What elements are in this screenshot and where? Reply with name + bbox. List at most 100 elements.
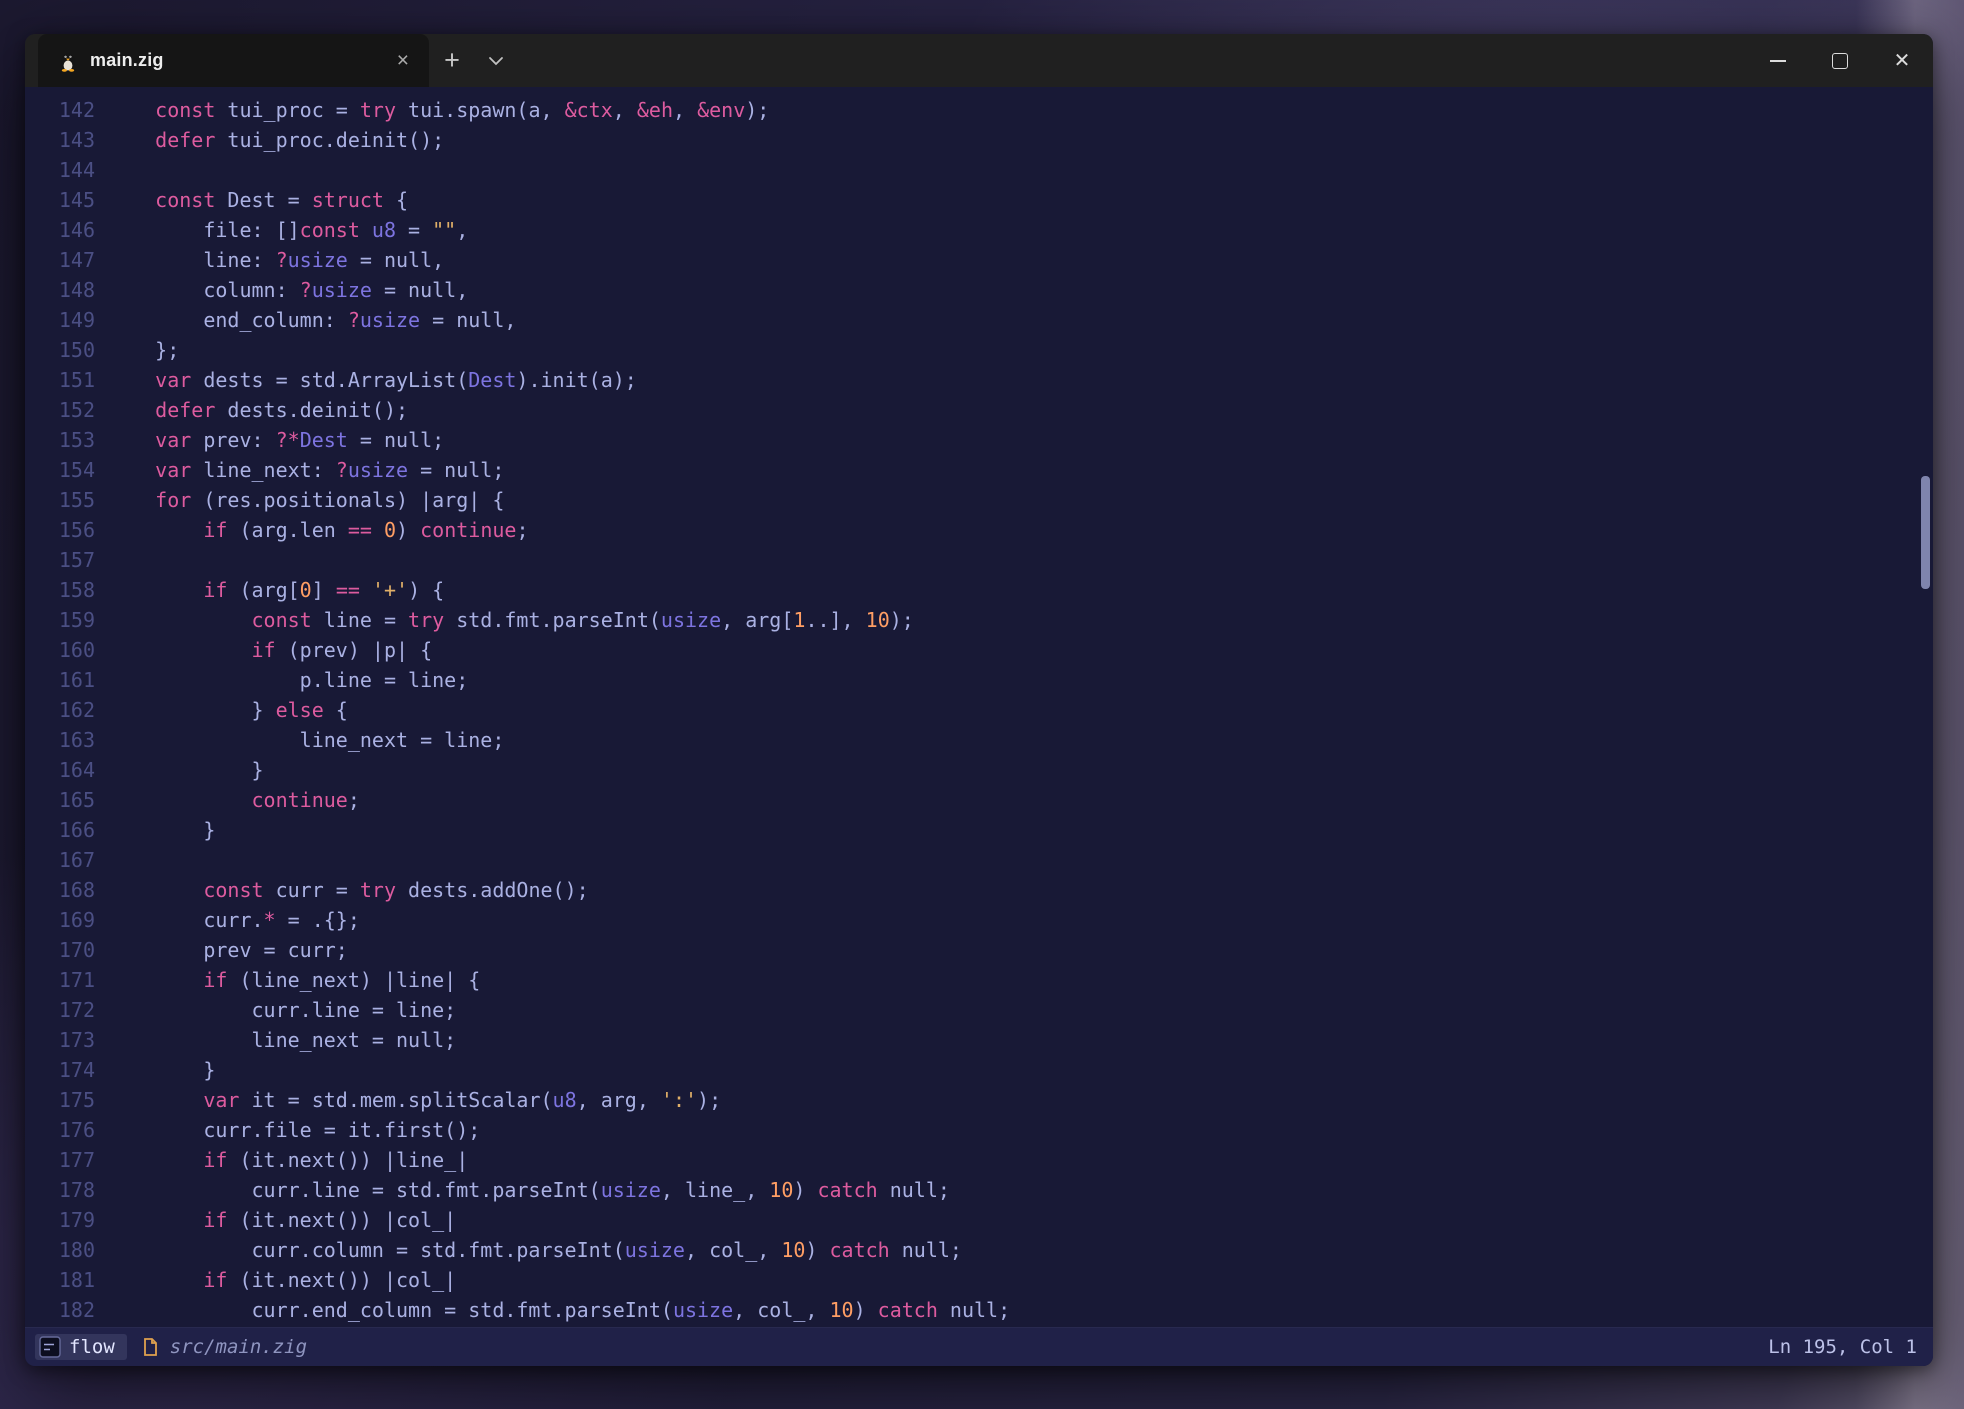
code-token: defer [155, 398, 215, 422]
code-token: 10 [769, 1178, 793, 1202]
code-line[interactable]: 164 } [25, 755, 1933, 785]
code-token: if [203, 518, 227, 542]
code-line[interactable]: 160 if (prev) |p| { [25, 635, 1933, 665]
code-token: = null, [420, 308, 516, 332]
code-line[interactable]: 171 if (line_next) |line| { [25, 965, 1933, 995]
code-text: curr.file = it.first(); [107, 1115, 480, 1145]
statusbar: flow src/main.zig Ln 195, Col 1 [25, 1327, 1933, 1366]
tab-main-zig[interactable]: main.zig × [38, 34, 429, 87]
code-line[interactable]: 174 } [25, 1055, 1933, 1085]
code-token: (res.positionals) |arg| { [191, 488, 504, 512]
code-line[interactable]: 155 for (res.positionals) |arg| { [25, 485, 1933, 515]
code-token: catch [817, 1178, 877, 1202]
code-token: = null, [348, 248, 444, 272]
cursor-position: Ln 195, Col 1 [1768, 1336, 1917, 1358]
code-line[interactable]: 172 curr.line = line; [25, 995, 1933, 1025]
line-number: 166 [25, 815, 95, 845]
code-line[interactable]: 177 if (it.next()) |line_| [25, 1145, 1933, 1175]
mode-label: flow [69, 1336, 115, 1358]
code-line[interactable]: 163 line_next = line; [25, 725, 1933, 755]
code-line[interactable]: 170 prev = curr; [25, 935, 1933, 965]
code-line[interactable]: 181 if (it.next()) |col_| [25, 1265, 1933, 1295]
code-line[interactable]: 165 continue; [25, 785, 1933, 815]
code-token: continue [252, 788, 348, 812]
code-line[interactable]: 149 end_column: ?usize = null, [25, 305, 1933, 335]
code-line[interactable]: 179 if (it.next()) |col_| [25, 1205, 1933, 1235]
minimize-button[interactable] [1747, 34, 1809, 87]
code-editor[interactable]: 142 const tui_proc = try tui.spawn(a, &c… [25, 87, 1933, 1327]
scrollbar-thumb[interactable] [1921, 476, 1930, 589]
code-line[interactable]: 167 [25, 845, 1933, 875]
code-line[interactable]: 152 defer dests.deinit(); [25, 395, 1933, 425]
code-token [107, 128, 155, 152]
code-line[interactable]: 143 defer tui_proc.deinit(); [25, 125, 1933, 155]
code-token: catch [878, 1298, 938, 1322]
code-token: = null; [408, 458, 504, 482]
code-token: ] [312, 578, 336, 602]
code-token: , [456, 218, 468, 242]
code-line[interactable]: 182 curr.end_column = std.fmt.parseInt(u… [25, 1295, 1933, 1325]
code-token: , arg, [577, 1088, 661, 1112]
line-number: 169 [25, 905, 95, 935]
code-line[interactable]: 153 var prev: ?*Dest = null; [25, 425, 1933, 455]
code-token: &env [697, 98, 745, 122]
tab-close-icon[interactable]: × [391, 48, 415, 73]
code-token: (prev) |p| { [276, 638, 433, 662]
code-line[interactable]: 157 [25, 545, 1933, 575]
code-line[interactable]: 142 const tui_proc = try tui.spawn(a, &c… [25, 95, 1933, 125]
code-line[interactable]: 169 curr.* = .{}; [25, 905, 1933, 935]
tux-icon [58, 50, 78, 72]
code-line[interactable]: 144 [25, 155, 1933, 185]
code-token: ) [854, 1298, 878, 1322]
code-token: ); [890, 608, 914, 632]
code-token: == [336, 578, 360, 602]
maximize-button[interactable] [1809, 34, 1871, 87]
code-token: curr.end_column = std.fmt.parseInt( [107, 1298, 673, 1322]
line-number: 149 [25, 305, 95, 335]
code-line[interactable]: 161 p.line = line; [25, 665, 1933, 695]
code-token [107, 398, 155, 422]
code-token: if [203, 1148, 227, 1172]
line-number: 156 [25, 515, 95, 545]
code-lines: 142 const tui_proc = try tui.spawn(a, &c… [25, 95, 1933, 1325]
code-line[interactable]: 168 const curr = try dests.addOne(); [25, 875, 1933, 905]
code-line[interactable]: 150 }; [25, 335, 1933, 365]
code-line[interactable]: 159 const line = try std.fmt.parseInt(us… [25, 605, 1933, 635]
close-icon: ✕ [1894, 51, 1911, 71]
tab-list-dropdown-button[interactable] [475, 34, 517, 87]
code-line[interactable]: 175 var it = std.mem.splitScalar(u8, arg… [25, 1085, 1933, 1115]
code-line[interactable]: 146 file: []const u8 = "", [25, 215, 1933, 245]
code-token: curr. [107, 908, 264, 932]
code-token: std.fmt.parseInt( [444, 608, 661, 632]
code-line[interactable]: 147 line: ?usize = null, [25, 245, 1933, 275]
code-text: prev = curr; [107, 935, 348, 965]
mode-indicator[interactable]: flow [35, 1334, 127, 1360]
code-line[interactable]: 148 column: ?usize = null, [25, 275, 1933, 305]
code-token: dests = std.ArrayList( [191, 368, 468, 392]
code-line[interactable]: 158 if (arg[0] == '+') { [25, 575, 1933, 605]
code-text: curr.end_column = std.fmt.parseInt(usize… [107, 1295, 1010, 1325]
code-token: p.line = line; [107, 668, 468, 692]
close-button[interactable]: ✕ [1871, 34, 1933, 87]
code-token: 10 [829, 1298, 853, 1322]
code-text: const Dest = struct { [107, 185, 408, 215]
code-line[interactable]: 166 } [25, 815, 1933, 845]
code-line[interactable]: 154 var line_next: ?usize = null; [25, 455, 1933, 485]
code-token: usize [625, 1238, 685, 1262]
code-token [107, 578, 203, 602]
code-line[interactable]: 156 if (arg.len == 0) continue; [25, 515, 1933, 545]
code-line[interactable]: 178 curr.line = std.fmt.parseInt(usize, … [25, 1175, 1933, 1205]
code-token: curr = [264, 878, 360, 902]
titlebar[interactable]: main.zig × + ✕ [25, 34, 1933, 87]
code-line[interactable]: 151 var dests = std.ArrayList(Dest).init… [25, 365, 1933, 395]
code-token: } [107, 758, 264, 782]
titlebar-drag-area[interactable] [517, 34, 1747, 87]
code-text: if (it.next()) |col_| [107, 1265, 456, 1295]
code-line[interactable]: 145 const Dest = struct { [25, 185, 1933, 215]
code-token: line: [107, 248, 276, 272]
code-line[interactable]: 180 curr.column = std.fmt.parseInt(usize… [25, 1235, 1933, 1265]
new-tab-button[interactable]: + [429, 34, 475, 87]
code-line[interactable]: 162 } else { [25, 695, 1933, 725]
code-line[interactable]: 176 curr.file = it.first(); [25, 1115, 1933, 1145]
code-line[interactable]: 173 line_next = null; [25, 1025, 1933, 1055]
